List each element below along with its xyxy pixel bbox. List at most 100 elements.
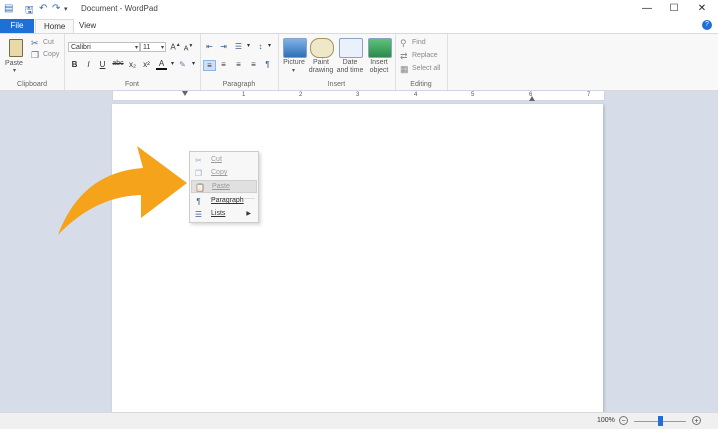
increase-indent-icon[interactable]: ⇥ [218, 42, 229, 51]
insert-group: Picture ▾ Paint drawing Date and time In… [278, 34, 396, 90]
ruler[interactable]: 1 2 3 4 5 6 7 [112, 90, 605, 101]
font-family-select[interactable]: Calibri ▾ [68, 42, 140, 52]
select-all-label: Select all [412, 65, 441, 72]
clipboard-group: Paste ▾ ✂ Cut ❐ Copy Clipboard [0, 34, 65, 90]
find-label: Find [412, 39, 426, 46]
ruler-label: 2 [299, 92, 303, 98]
font-group: Calibri ▾ 11 ▾ A▲ A▼ B I U abc x₂ x² A ▾… [64, 34, 201, 90]
redo-icon[interactable]: ↷ [52, 3, 60, 14]
menu-item-cut[interactable]: ✂ Cut [191, 154, 257, 167]
replace-button[interactable]: ⇄ Replace [400, 51, 444, 61]
insert-group-label: Insert [327, 81, 346, 88]
title-bar: ▤ 🖫 ↶ ↷ ▾ Document - WordPad — ☐ ✕ [0, 0, 718, 20]
menu-item-paste[interactable]: 📋 Paste [191, 180, 257, 193]
chevron-down-icon: ▾ [134, 45, 138, 51]
zoom-level: 100% [597, 417, 615, 424]
strikethrough-button[interactable]: abc [111, 60, 125, 67]
scissors-icon: ✂ [195, 156, 202, 165]
submenu-arrow-icon: ▶ [246, 211, 251, 217]
bold-button[interactable]: B [69, 60, 80, 69]
list-icon: ☰ [194, 210, 203, 219]
align-left-icon[interactable]: ≡ [203, 60, 216, 71]
zoom-slider-thumb[interactable] [658, 416, 663, 426]
font-size-value: 11 [143, 44, 151, 51]
chevron-down-icon: ▾ [13, 68, 17, 74]
ribbon: Paste ▾ ✂ Cut ❐ Copy Clipboard Calibri ▾… [0, 33, 718, 91]
picture-label: Picture [283, 59, 305, 66]
picture-icon [283, 38, 307, 58]
tab-file[interactable]: File [0, 19, 34, 33]
right-indent-marker[interactable] [529, 96, 535, 101]
help-icon[interactable]: ? [702, 20, 712, 30]
text-color-button[interactable]: A [156, 60, 167, 70]
align-center-icon[interactable]: ≡ [218, 60, 229, 69]
paint-drawing-button[interactable]: Paint drawing [308, 34, 334, 78]
clipboard-icon [9, 39, 23, 57]
justify-icon[interactable]: ≡ [248, 60, 259, 69]
undo-icon[interactable]: ↶ [39, 3, 47, 14]
cut-button[interactable]: ✂ Cut [31, 38, 61, 48]
underline-button[interactable]: U [97, 60, 108, 69]
menu-item-label: Paragraph [211, 197, 244, 204]
superscript-button[interactable]: x² [141, 60, 152, 69]
zoom-in-button[interactable]: + [692, 416, 701, 425]
customize-quick-access-icon[interactable]: ▾ [64, 5, 68, 13]
insert-object-button[interactable]: Insert object [366, 34, 392, 78]
zoom-out-button[interactable]: − [619, 416, 628, 425]
paste-button[interactable]: Paste ▾ [4, 37, 28, 74]
status-bar: 100% − + [0, 412, 718, 429]
save-icon[interactable]: 🖫 [25, 3, 34, 20]
clipboard-group-label: Clipboard [17, 81, 47, 88]
chevron-down-icon[interactable]: ▾ [188, 60, 199, 67]
font-group-label: Font [124, 81, 139, 88]
maximize-button[interactable]: ☐ [661, 2, 687, 16]
editing-group-label: Editing [410, 81, 432, 88]
first-line-indent-marker[interactable] [182, 91, 188, 96]
menu-item-label: Lists [211, 210, 226, 217]
calendar-icon [339, 38, 363, 58]
chevron-down-icon[interactable]: ▾ [243, 42, 254, 49]
paint-palette-icon [310, 38, 334, 58]
ruler-label: 4 [414, 92, 418, 98]
date-time-button[interactable]: Date and time [336, 34, 364, 78]
menu-item-lists[interactable]: ☰ Lists ▶ [191, 208, 257, 221]
replace-icon: ⇄ [400, 51, 408, 61]
shrink-font-icon[interactable]: A▼ [183, 43, 194, 52]
orange-arrow-annotation [58, 146, 187, 235]
highlight-pen-icon[interactable]: ✎ [177, 60, 188, 69]
replace-label: Replace [412, 52, 438, 59]
binoculars-icon: ⚲ [400, 38, 407, 48]
menu-item-label: Cut [211, 156, 222, 163]
paragraph-settings-icon[interactable]: ¶ [262, 60, 273, 69]
copy-button[interactable]: ❐ Copy [31, 50, 61, 60]
italic-button[interactable]: I [83, 60, 94, 69]
close-button[interactable]: ✕ [689, 2, 715, 16]
font-size-select[interactable]: 11 ▾ [140, 42, 166, 52]
chevron-down-icon: ▾ [160, 45, 164, 51]
paragraph-group-label: Paragraph [222, 81, 256, 88]
insert-picture-button[interactable]: Picture ▾ [282, 34, 307, 78]
find-button[interactable]: ⚲ Find [400, 38, 444, 48]
copy-label: Copy [43, 51, 60, 58]
decrease-indent-icon[interactable]: ⇤ [204, 42, 215, 51]
paragraph-icon: ¶ [196, 197, 201, 206]
font-family-value: Calibri [71, 44, 91, 51]
grow-font-icon[interactable]: A▲ [170, 42, 181, 52]
menu-item-copy[interactable]: ❐ Copy [191, 167, 257, 180]
menu-item-paragraph[interactable]: ¶ Paragraph [191, 195, 257, 208]
chevron-down-icon[interactable]: ▾ [264, 42, 275, 49]
arrow-shape [58, 146, 187, 235]
wordpad-app-icon[interactable]: ▤ [4, 3, 13, 14]
menu-item-label: Copy [211, 169, 228, 176]
subscript-button[interactable]: x₂ [127, 60, 138, 69]
tab-home[interactable]: Home [35, 19, 75, 34]
select-all-button[interactable]: ▦ Select all [400, 64, 444, 74]
insert-object-label: Insert object [369, 59, 389, 74]
paint-drawing-label: Paint drawing [308, 59, 334, 74]
align-right-icon[interactable]: ≡ [233, 60, 244, 69]
minimize-button[interactable]: — [634, 2, 660, 16]
object-icon [368, 38, 392, 58]
ruler-label: 1 [242, 92, 246, 98]
context-menu: ✂ Cut ❐ Copy 📋 Paste ¶ Paragraph ☰ Lists… [189, 151, 259, 223]
tab-view[interactable]: View [71, 19, 104, 33]
